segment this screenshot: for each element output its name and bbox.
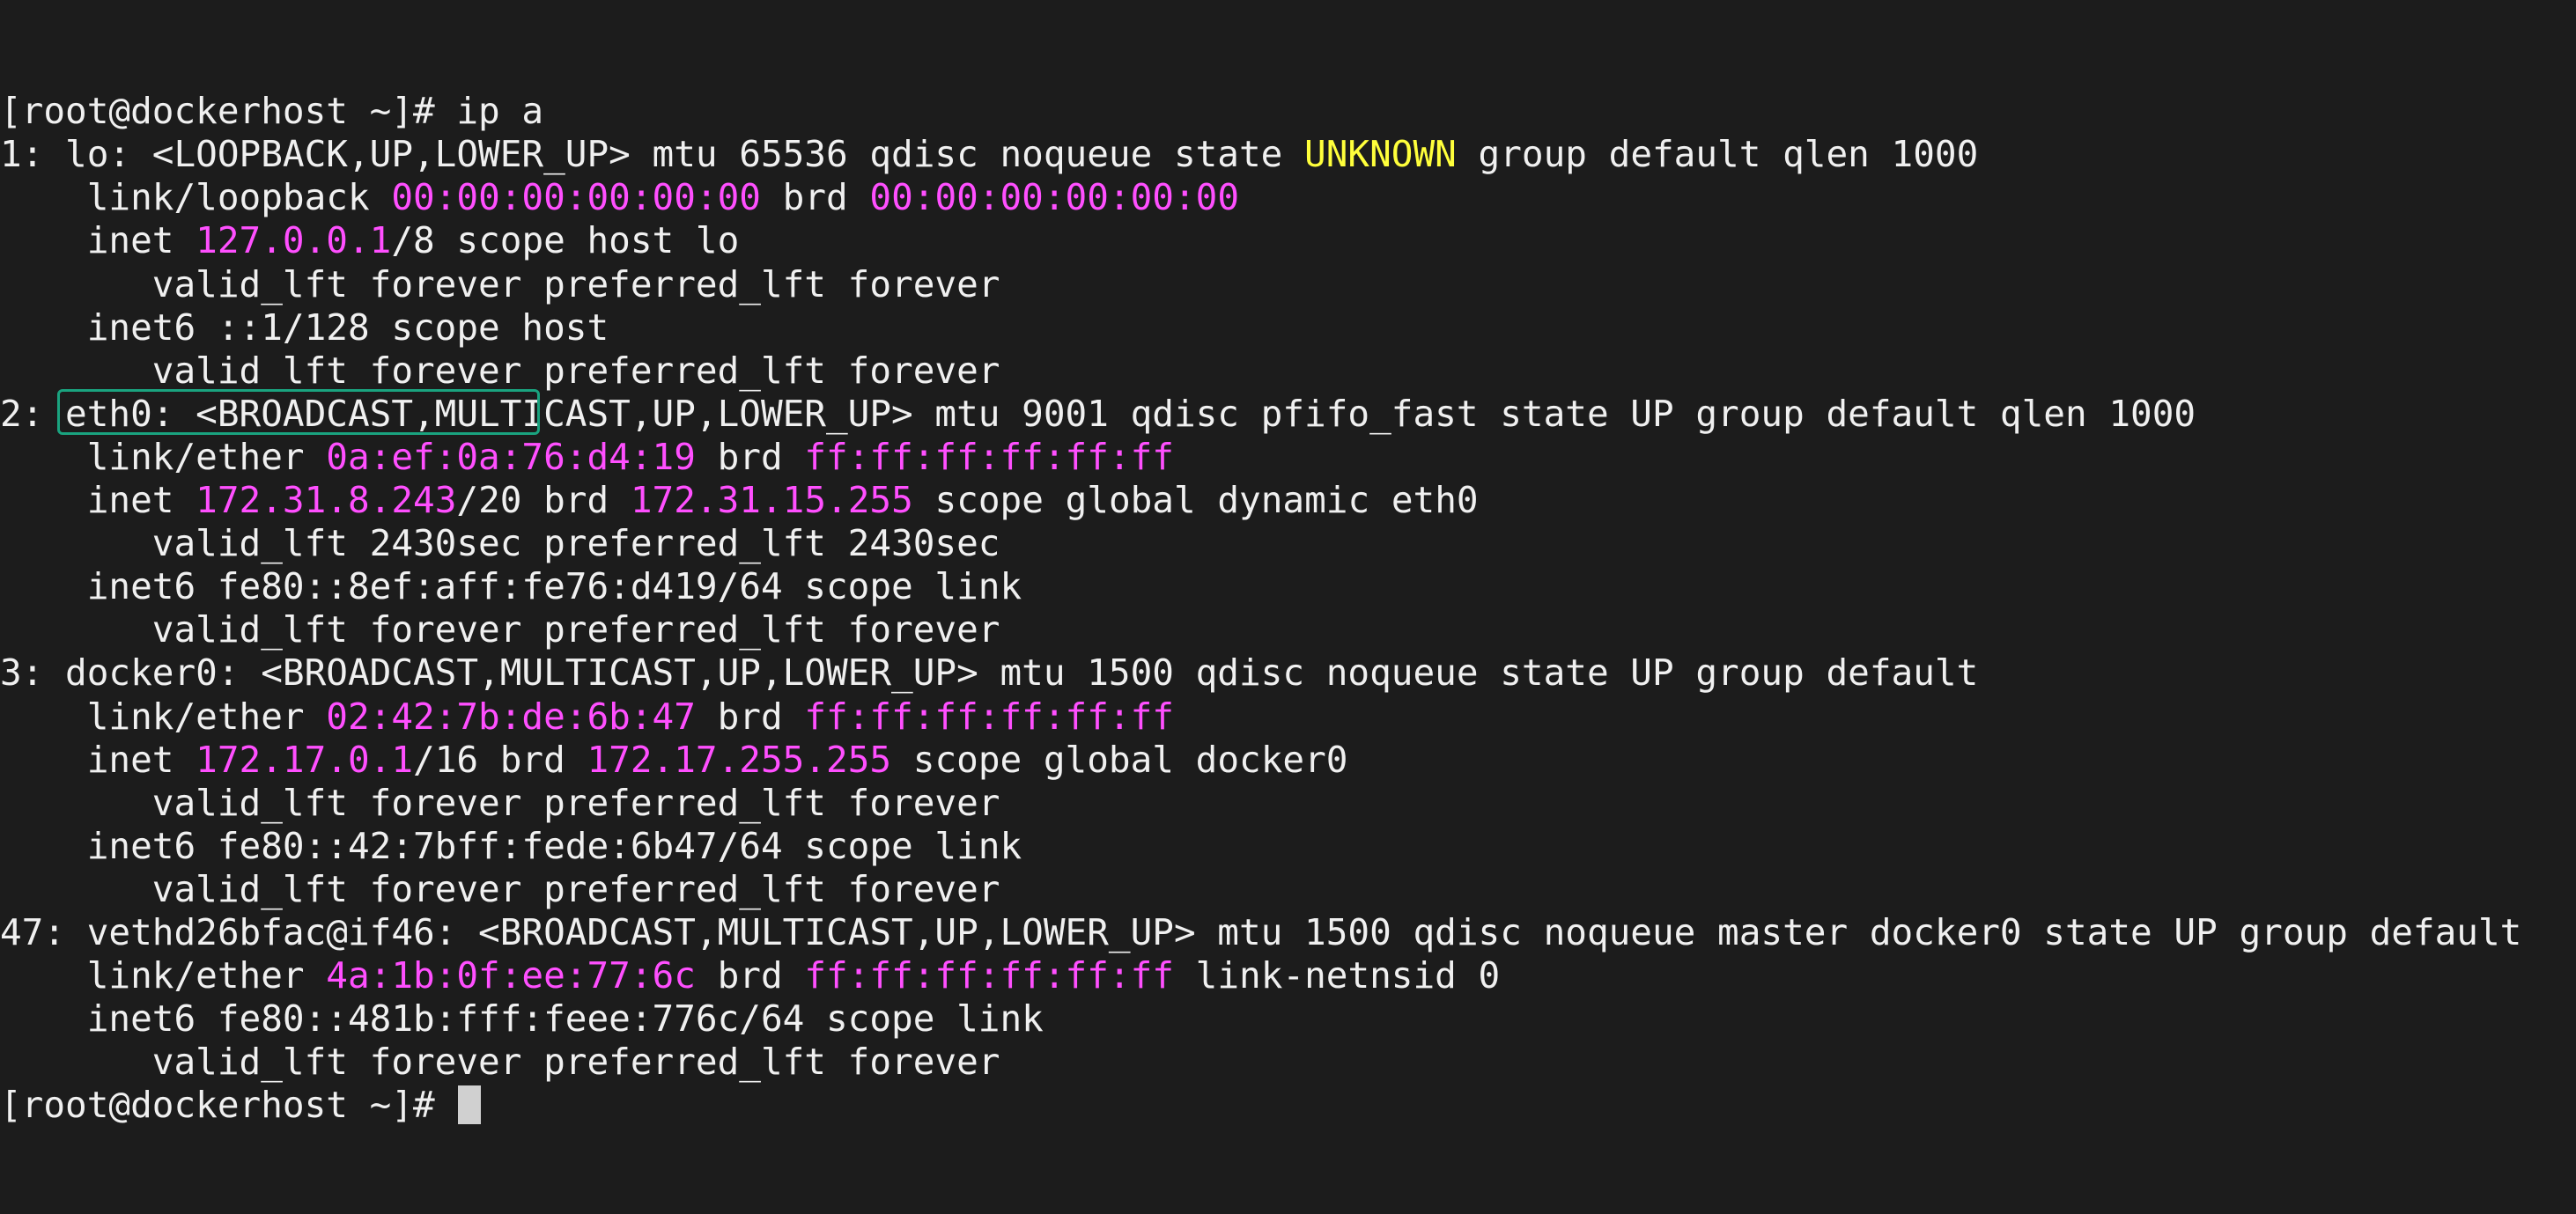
terminal-text: inet — [0, 738, 196, 781]
address-value: 00:00:00:00:00:00 — [391, 176, 761, 219]
terminal-text: link-netnsid 0 — [1173, 954, 1501, 997]
terminal-text: link/ether — [0, 435, 327, 478]
terminal-text: valid_lft forever preferred_lft forever — [0, 781, 1000, 824]
terminal-line: inet6 fe80::42:7bff:fede:6b47/64 scope l… — [0, 825, 2576, 868]
terminal-text: 1: lo: <LOOPBACK,UP,LOWER_UP> mtu 65536 … — [0, 133, 1305, 176]
state-value: UNKNOWN — [1304, 133, 1457, 176]
terminal-text: inet6 fe80::481b:fff:feee:776c/64 scope … — [0, 997, 1044, 1041]
terminal-line: inet6 fe80::8ef:aff:fe76:d419/64 scope l… — [0, 565, 2576, 608]
terminal-line: valid_lft forever preferred_lft forever — [0, 608, 2576, 651]
terminal-text: /8 scope host lo — [391, 219, 740, 262]
address-value: 172.17.255.255 — [587, 738, 892, 781]
terminal-text: [root@dockerhost ~]# — [0, 1084, 457, 1127]
terminal-line: valid_lft forever preferred_lft forever — [0, 1041, 2576, 1084]
terminal-text: inet6 ::1/128 scope host — [0, 305, 609, 349]
terminal-line: valid_lft forever preferred_lft forever — [0, 349, 2576, 393]
terminal-text: inet6 fe80::8ef:aff:fe76:d419/64 scope l… — [0, 565, 1022, 608]
terminal-line: 1: lo: <LOOPBACK,UP,LOWER_UP> mtu 65536 … — [0, 133, 2576, 176]
terminal-window[interactable]: [root@dockerhost ~]# ip a 1: lo: <LOOPBAC… — [0, 0, 2576, 1126]
terminal-text: inet — [0, 479, 196, 522]
terminal-line: link/ether 4a:1b:0f:ee:77:6c brd ff:ff:f… — [0, 954, 2576, 997]
terminal-output: [root@dockerhost ~]# ip a 1: lo: <LOOPBAC… — [0, 90, 2576, 1127]
terminal-line: link/ether 0a:ef:0a:76:d4:19 brd ff:ff:f… — [0, 436, 2576, 479]
terminal-line: valid_lft forever preferred_lft forever — [0, 782, 2576, 825]
terminal-text: brd — [695, 695, 805, 738]
address-value: ff:ff:ff:ff:ff:ff — [804, 435, 1174, 478]
terminal-text: valid_lft forever preferred_lft forever — [0, 1041, 1000, 1084]
terminal-text: link/loopback — [0, 176, 392, 219]
terminal-text: scope global docker0 — [891, 738, 1348, 781]
terminal-text: valid_lft 2430sec preferred_lft 2430sec — [0, 522, 1000, 565]
address-value: 172.31.15.255 — [630, 479, 913, 522]
address-value: 02:42:7b:de:6b:47 — [326, 695, 696, 738]
cursor-block — [458, 1085, 482, 1125]
terminal-text: valid_lft forever preferred_lft forever — [0, 262, 1000, 305]
highlight-box-eth0-inet — [57, 389, 540, 435]
terminal-text: /20 brd — [456, 479, 631, 522]
terminal-line: link/loopback 00:00:00:00:00:00 brd 00:0… — [0, 176, 2576, 219]
terminal-text: brd — [760, 176, 870, 219]
terminal-line: inet 172.31.8.243/20 brd 172.31.15.255 s… — [0, 479, 2576, 522]
terminal-line: valid_lft 2430sec preferred_lft 2430sec — [0, 522, 2576, 565]
terminal-text: link/ether — [0, 695, 327, 738]
terminal-line: valid_lft forever preferred_lft forever — [0, 263, 2576, 306]
terminal-text: /16 brd — [413, 738, 587, 781]
terminal-line: inet6 ::1/128 scope host — [0, 306, 2576, 349]
terminal-text: scope global dynamic eth0 — [912, 479, 1479, 522]
terminal-text: 3: docker0: <BROADCAST,MULTICAST,UP,LOWE… — [0, 651, 1979, 695]
terminal-line: [root@dockerhost ~]# — [0, 1084, 2576, 1127]
terminal-line: inet 172.17.0.1/16 brd 172.17.255.255 sc… — [0, 739, 2576, 782]
terminal-text: link/ether — [0, 954, 327, 997]
address-value: 0a:ef:0a:76:d4:19 — [326, 435, 696, 478]
terminal-text: [root@dockerhost ~]# ip a — [0, 90, 544, 133]
address-value: 127.0.0.1 — [196, 219, 392, 262]
terminal-text: brd — [695, 954, 805, 997]
terminal-line: inet6 fe80::481b:fff:feee:776c/64 scope … — [0, 997, 2576, 1041]
address-value: 172.17.0.1 — [196, 738, 414, 781]
terminal-text: valid_lft forever preferred_lft forever — [0, 867, 1000, 910]
terminal-text: inet — [0, 219, 196, 262]
address-value: 4a:1b:0f:ee:77:6c — [326, 954, 696, 997]
terminal-text: valid_lft forever preferred_lft forever — [0, 349, 1000, 392]
address-value: 172.31.8.243 — [196, 479, 457, 522]
terminal-line: 3: docker0: <BROADCAST,MULTICAST,UP,LOWE… — [0, 651, 2576, 695]
terminal-text: group default qlen 1000 — [1456, 133, 1979, 176]
terminal-line: inet 127.0.0.1/8 scope host lo — [0, 219, 2576, 262]
terminal-text: valid_lft forever preferred_lft forever — [0, 608, 1000, 651]
terminal-text: 47: vethd26bfac@if46: <BROADCAST,MULTICA… — [0, 910, 2522, 953]
terminal-line: 47: vethd26bfac@if46: <BROADCAST,MULTICA… — [0, 911, 2576, 954]
address-value: 00:00:00:00:00:00 — [869, 176, 1240, 219]
terminal-text: inet6 fe80::42:7bff:fede:6b47/64 scope l… — [0, 824, 1022, 867]
terminal-line: link/ether 02:42:7b:de:6b:47 brd ff:ff:f… — [0, 695, 2576, 739]
terminal-line: valid_lft forever preferred_lft forever — [0, 868, 2576, 911]
address-value: ff:ff:ff:ff:ff:ff — [804, 695, 1174, 738]
terminal-line: [root@dockerhost ~]# ip a — [0, 90, 2576, 133]
address-value: ff:ff:ff:ff:ff:ff — [804, 954, 1174, 997]
terminal-text: brd — [695, 435, 805, 478]
